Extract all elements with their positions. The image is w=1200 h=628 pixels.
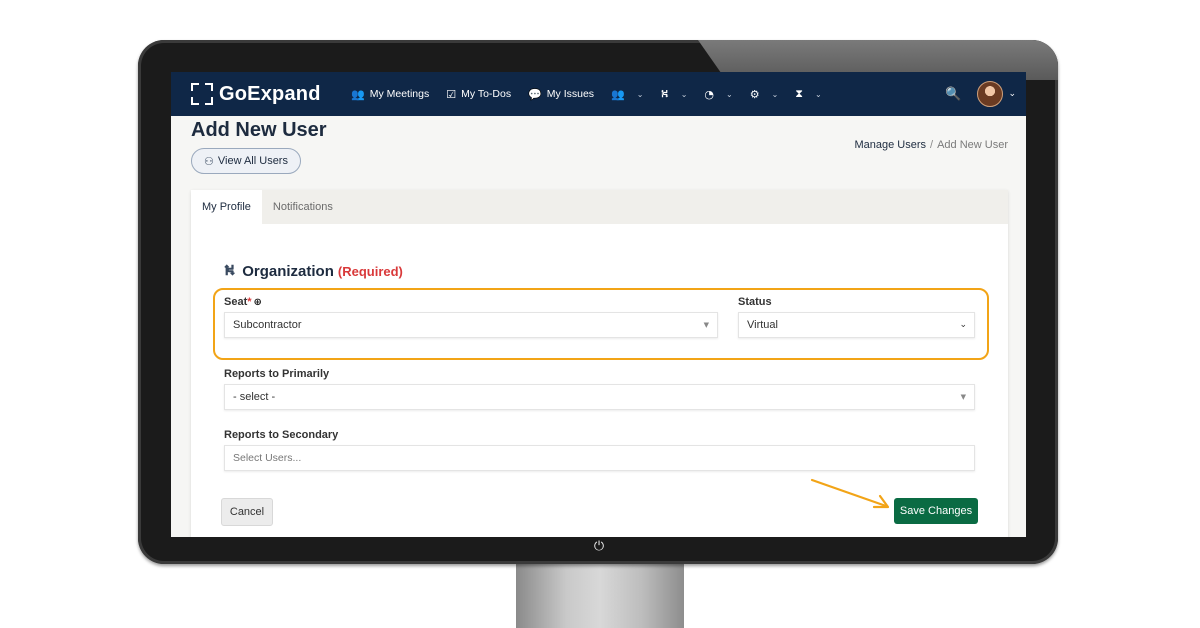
chevron-down-icon: ⌄ — [680, 89, 688, 99]
breadcrumb: Manage Users / Add New User — [854, 139, 1008, 151]
checkbox-icon: ☑ — [446, 87, 457, 101]
seat-label-text: Seat — [224, 296, 248, 308]
required-label: (Required) — [337, 263, 403, 279]
brand-name: GoExpand — [219, 82, 321, 105]
page-title: Add New User — [191, 119, 327, 141]
hourglass-icon: ⧗ — [795, 87, 804, 100]
avatar[interactable] — [977, 81, 1004, 107]
organization-heading: ⛕ Organization (Required) — [224, 261, 403, 281]
cancel-button[interactable]: Cancel — [221, 498, 273, 526]
caret-down-icon: ▼ — [960, 393, 966, 401]
nav-menu-settings[interactable]: ⚙ ⌄ — [750, 88, 779, 101]
nav-menu-dashboard[interactable]: ◔ ⌄ — [704, 88, 732, 101]
nav-item-label: My Meetings — [369, 88, 430, 100]
nav-item-my-meetings[interactable]: 👥 My Meetings — [351, 88, 429, 101]
nav-item-label: My Issues — [546, 88, 595, 100]
seat-value: Subcontractor — [233, 319, 302, 331]
breadcrumb-current: Add New User — [937, 139, 1008, 151]
caret-down-icon: ▼ — [703, 321, 709, 329]
reports-secondary-placeholder: Select Users... — [233, 452, 302, 464]
tab-notifications[interactable]: Notifications — [262, 190, 344, 224]
nav-menu-org-chart[interactable]: ⛕ ⌄ — [660, 87, 687, 102]
breadcrumb-manage-users[interactable]: Manage Users — [854, 139, 926, 151]
status-select[interactable]: Virtual ⌄ — [738, 312, 975, 338]
reports-secondary-label: Reports to Secondary — [224, 429, 339, 441]
people-icon: 👥 — [611, 87, 625, 101]
top-nav: GoExpand 👥 My Meetings ☑ My To-Dos 💬 My … — [171, 72, 1026, 116]
add-circle-icon[interactable]: ⊕ — [254, 297, 262, 308]
tab-bar: My Profile Notifications — [191, 190, 1008, 224]
reports-primary-select[interactable]: - select - ▼ — [224, 384, 975, 410]
view-all-users-label: View All Users — [217, 155, 288, 167]
organization-title: Organization — [242, 262, 334, 280]
save-changes-button[interactable]: Save Changes — [894, 498, 978, 524]
required-mark: * — [247, 296, 252, 308]
meetings-icon: 👥 — [351, 87, 365, 101]
dashboard-icon: ◔ — [704, 87, 714, 101]
chevron-down-icon: ⌄ — [636, 89, 644, 99]
brand-mark-icon — [191, 83, 213, 105]
org-chart-icon: ⛕ — [660, 86, 669, 100]
chevron-down-icon: ⌄ — [726, 89, 733, 99]
nav-item-label: My To-Dos — [461, 88, 512, 100]
reports-secondary-input[interactable]: Select Users... — [224, 445, 975, 471]
gear-icon: ⚙ — [749, 87, 760, 101]
nav-menu-tools[interactable]: ⧗ ⌄ — [795, 87, 821, 101]
seat-select[interactable]: Subcontractor ▼ — [224, 312, 718, 338]
chevron-down-icon: ⌄ — [771, 89, 779, 99]
nav-items: 👥 My Meetings ☑ My To-Dos 💬 My Issues 👥 … — [351, 72, 839, 116]
seat-label: Seat* ⊕ — [224, 296, 262, 308]
view-all-users-button[interactable]: ⚇ View All Users — [191, 148, 301, 174]
nav-item-my-todos[interactable]: ☑ My To-Dos — [446, 88, 511, 101]
breadcrumb-separator: / — [930, 139, 934, 151]
annotation-arrow-icon — [810, 478, 890, 509]
chevron-down-icon: ⌄ — [815, 89, 822, 99]
org-chart-icon: ⛕ — [224, 261, 236, 279]
user-icon: ⚇ — [204, 154, 214, 168]
monitor-screen: GoExpand 👥 My Meetings ☑ My To-Dos 💬 My … — [171, 72, 1026, 537]
nav-item-my-issues[interactable]: 💬 My Issues — [528, 88, 594, 101]
chevron-down-icon: ⌄ — [959, 320, 967, 330]
chat-icon: 💬 — [528, 87, 542, 101]
search-icon[interactable]: 🔍 — [945, 87, 961, 102]
status-label: Status — [738, 296, 772, 308]
nav-right: 🔍 ⌄ — [945, 72, 1016, 116]
status-value: Virtual — [747, 319, 778, 331]
tab-my-profile[interactable]: My Profile — [191, 190, 262, 224]
monitor-stand — [516, 562, 684, 628]
power-icon: ⏻ — [593, 539, 605, 554]
chevron-down-icon[interactable]: ⌄ — [1008, 89, 1016, 99]
brand-logo[interactable]: GoExpand — [191, 82, 321, 106]
reports-primary-value: - select - — [233, 391, 276, 403]
nav-menu-people[interactable]: 👥 ⌄ — [611, 88, 643, 101]
reports-primary-label: Reports to Primarily — [224, 368, 330, 380]
